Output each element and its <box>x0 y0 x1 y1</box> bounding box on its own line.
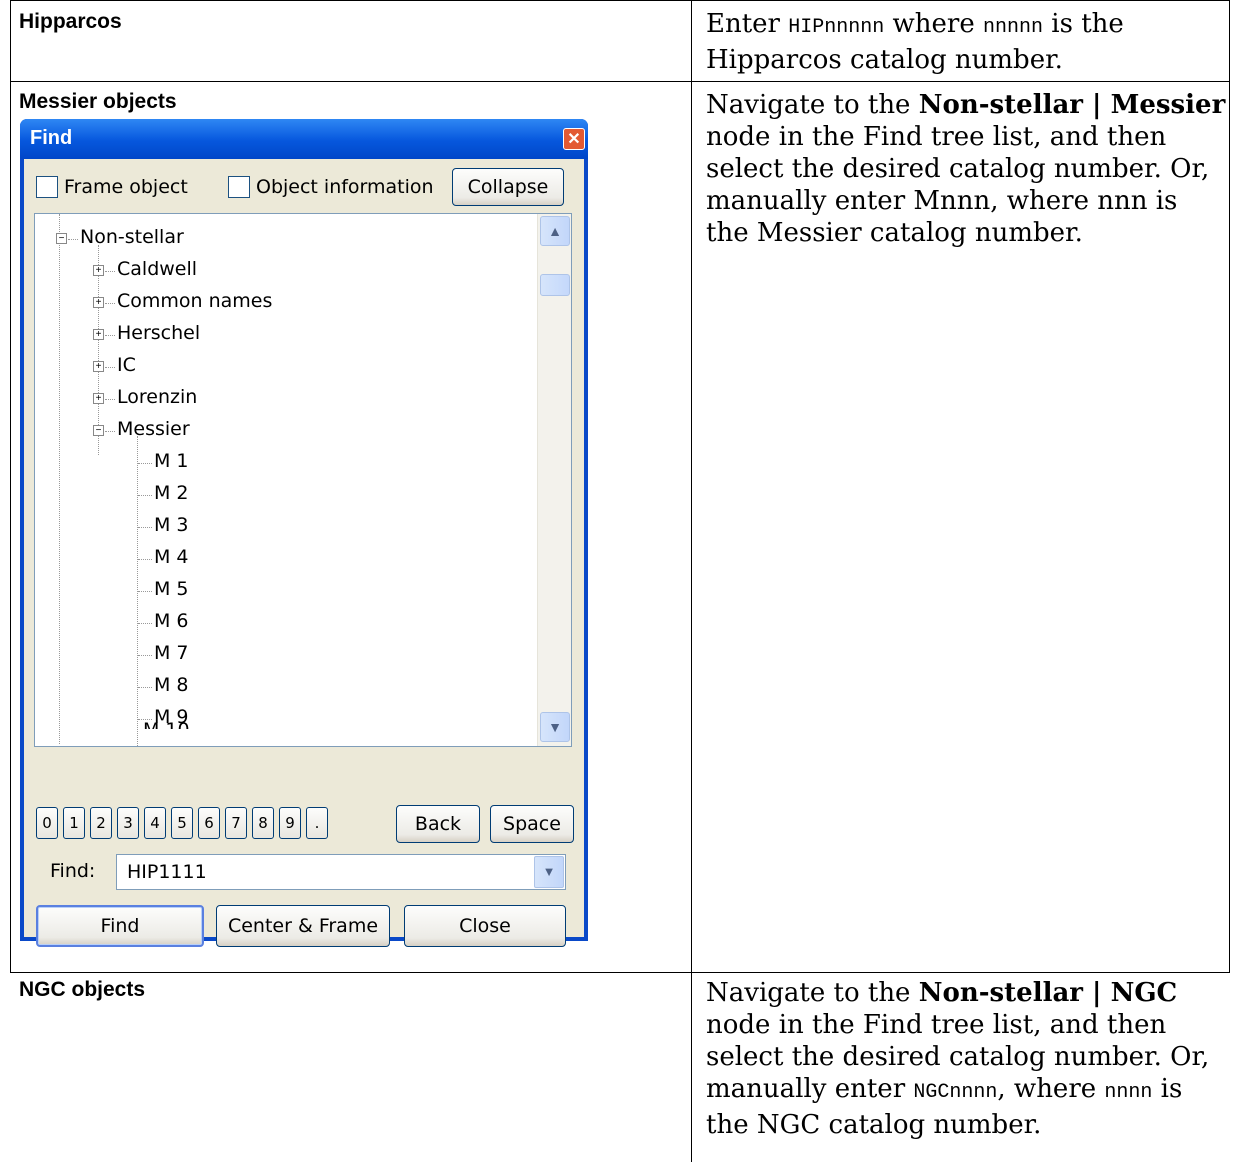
keypad-key[interactable]: 5 <box>171 807 193 839</box>
object-information-checkbox[interactable] <box>228 176 250 198</box>
row-description-hipparcos: Enter HIPnnnnn where nnnnn is the Hippar… <box>706 9 1124 75</box>
scroll-thumb[interactable] <box>540 274 570 296</box>
keypad-key[interactable]: 4 <box>144 807 166 839</box>
keypad-key[interactable]: 8 <box>252 807 274 839</box>
frame-object-checkbox[interactable] <box>36 176 58 198</box>
tree-item-group[interactable]: Lorenzin <box>117 386 197 408</box>
tree-item-partial: M 10 <box>143 719 190 729</box>
find-combobox[interactable]: HIP1111 ▼ <box>116 854 566 890</box>
tree-item-group[interactable]: Messier <box>117 418 190 440</box>
tree-item-messier[interactable]: M 1 <box>154 450 189 472</box>
center-frame-button[interactable]: Center & Frame <box>216 905 390 947</box>
keypad-key[interactable]: . <box>306 807 328 839</box>
table-border-top <box>10 0 1230 1</box>
collapse-node-icon[interactable]: − <box>93 425 104 436</box>
table-border-right <box>1229 0 1230 972</box>
keypad-key[interactable]: 3 <box>117 807 139 839</box>
tree-item-messier[interactable]: M 7 <box>154 642 189 664</box>
dialog-title: Find <box>30 127 73 149</box>
back-button[interactable]: Back <box>396 805 480 843</box>
tree-scrollbar[interactable]: ▲ ▼ <box>537 214 571 746</box>
scroll-up-icon[interactable]: ▲ <box>540 216 570 246</box>
tree-item-messier[interactable]: M 3 <box>154 514 189 536</box>
keypad-key[interactable]: 0 <box>36 807 58 839</box>
tree-item-group[interactable]: Caldwell <box>117 258 197 280</box>
table-border-left <box>10 0 11 972</box>
frame-object-label[interactable]: Frame object <box>64 176 188 198</box>
space-button[interactable]: Space <box>490 805 574 843</box>
keypad-key[interactable]: 1 <box>63 807 85 839</box>
close-button[interactable]: Close <box>404 905 566 947</box>
tree-item-group[interactable]: Common names <box>117 290 272 312</box>
object-information-label[interactable]: Object information <box>256 176 434 198</box>
find-button[interactable]: Find <box>36 905 204 947</box>
keypad-key[interactable]: 6 <box>198 807 220 839</box>
close-icon[interactable]: ✕ <box>563 128 585 150</box>
keypad-key[interactable]: 7 <box>225 807 247 839</box>
dialog-body: Frame object Object information Collapse… <box>24 159 584 947</box>
row-divider <box>10 972 1230 973</box>
find-field-label: Find: <box>50 860 96 882</box>
find-dialog: Find ✕ Frame object Object information C… <box>20 119 588 947</box>
collapse-button[interactable]: Collapse <box>452 168 564 206</box>
expand-node-icon[interactable]: + <box>93 361 104 372</box>
find-field-value[interactable]: HIP1111 <box>127 861 207 883</box>
tree-item-group[interactable]: Herschel <box>117 322 200 344</box>
row-label-hipparcos: Hipparcos <box>19 10 122 33</box>
tree-item-group[interactable]: IC <box>117 354 136 376</box>
scroll-down-icon[interactable]: ▼ <box>540 712 570 742</box>
row-label-ngc: NGC objects <box>19 978 146 1001</box>
tree-item-messier[interactable]: M 6 <box>154 610 189 632</box>
tree-item-non-stellar[interactable]: Non-stellar <box>80 226 184 248</box>
tree-item-messier[interactable]: M 8 <box>154 674 189 696</box>
chevron-down-icon[interactable]: ▼ <box>534 856 564 888</box>
table-column-divider <box>691 0 692 1162</box>
find-tree[interactable]: − Non-stellar + Caldwell + Common names + Her… <box>34 213 572 747</box>
keypad-key[interactable]: 2 <box>90 807 112 839</box>
dialog-title-bar[interactable]: Find ✕ <box>20 119 588 159</box>
row-label-messier: Messier objects <box>19 90 177 113</box>
collapse-node-icon[interactable]: − <box>56 233 67 244</box>
expand-node-icon[interactable]: + <box>93 265 104 276</box>
row-divider <box>10 81 1230 82</box>
tree-item-messier[interactable]: M 2 <box>154 482 189 504</box>
row-description-messier: Navigate to the Non-stellar | Messier no… <box>706 90 1226 248</box>
keypad-key[interactable]: 9 <box>279 807 301 839</box>
tree-item-messier[interactable]: M 4 <box>154 546 189 568</box>
expand-node-icon[interactable]: + <box>93 393 104 404</box>
expand-node-icon[interactable]: + <box>93 329 104 340</box>
row-description-ngc: Navigate to the Non-stellar | NGC node i… <box>706 978 1210 1140</box>
expand-node-icon[interactable]: + <box>93 297 104 308</box>
tree-item-messier[interactable]: M 5 <box>154 578 189 600</box>
